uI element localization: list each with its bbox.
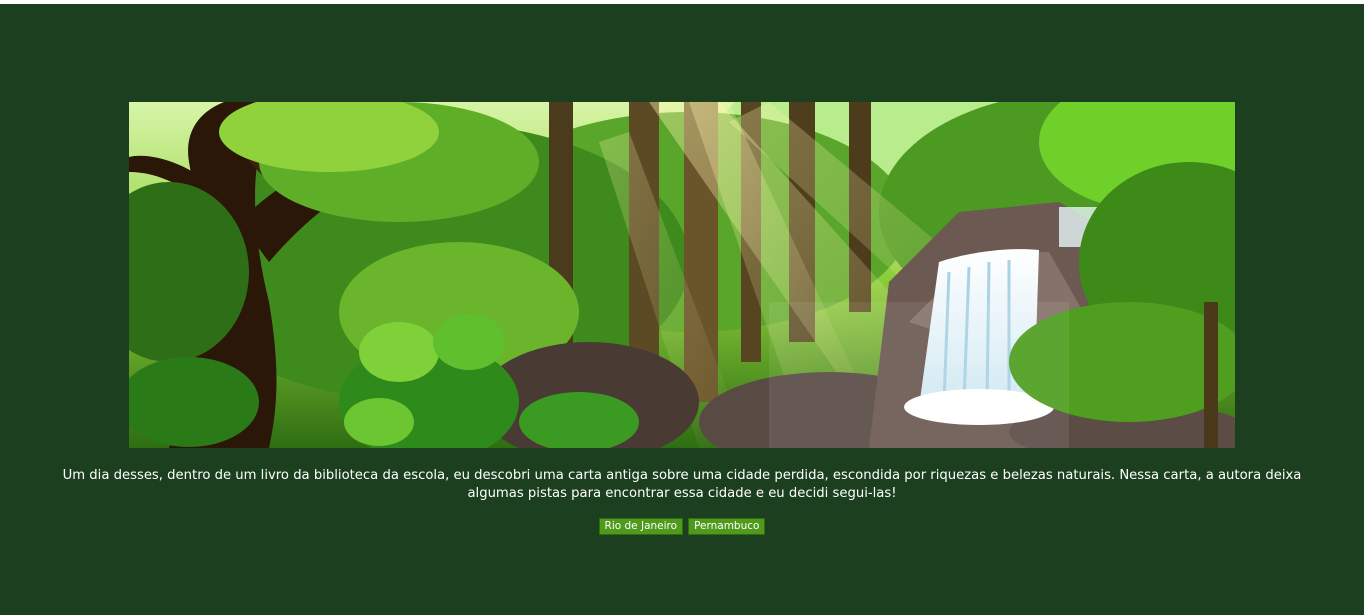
story-text: Um dia desses, dentro de um livro da bib… [62, 468, 1302, 501]
choice-rio-de-janeiro-button[interactable]: Rio de Janeiro [598, 518, 684, 535]
rainforest-waterfall-image [129, 102, 1235, 448]
top-white-strip [0, 0, 1364, 4]
choice-pernambuco-button[interactable]: Pernambuco [688, 518, 766, 535]
choices-group: Rio de Janeiro Pernambuco [0, 518, 1364, 535]
